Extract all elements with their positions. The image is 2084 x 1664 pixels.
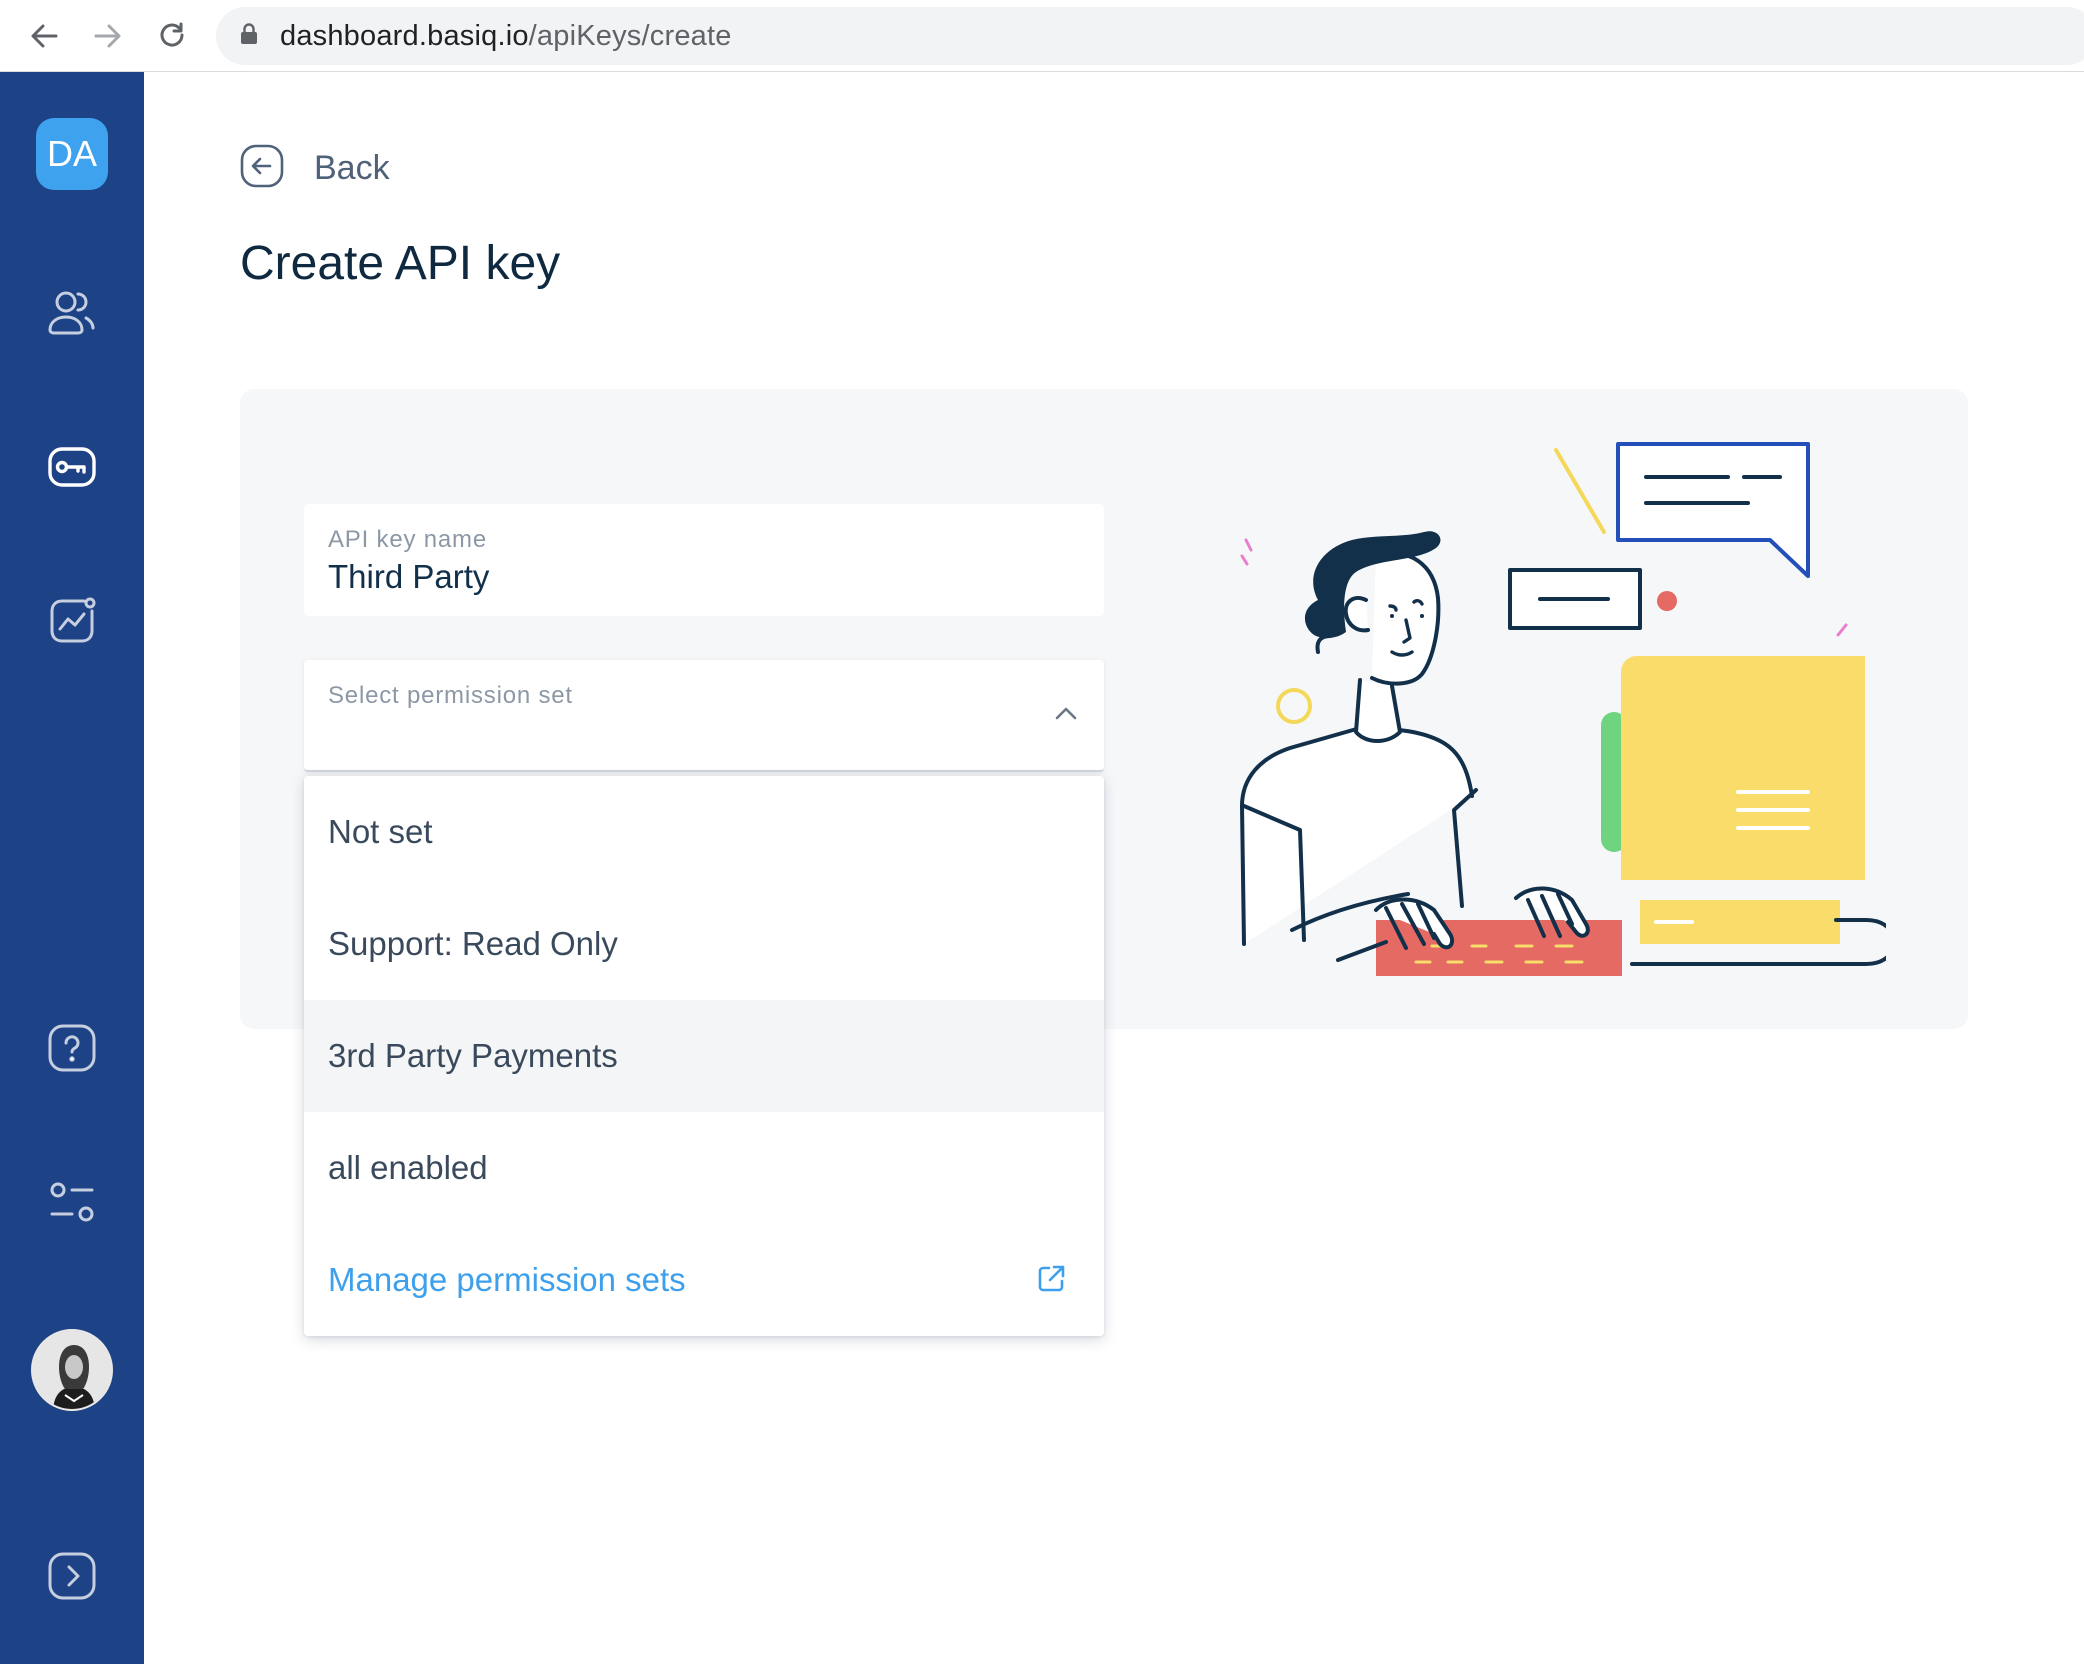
browser-toolbar: dashboard.basiq.io/apiKeys/create [0, 0, 2084, 72]
option-support-read-only[interactable]: Support: Read Only [304, 888, 1104, 1000]
sidebar-item-help[interactable] [36, 1014, 108, 1086]
option-all-enabled[interactable]: all enabled [304, 1112, 1104, 1224]
sidebar-item-settings[interactable] [36, 1168, 108, 1240]
user-avatar[interactable] [31, 1329, 113, 1411]
permission-set-label: Select permission set [328, 682, 573, 709]
url-text: dashboard.basiq.io/apiKeys/create [280, 20, 732, 53]
workspace-badge[interactable]: DA [36, 118, 108, 190]
chevron-up-icon[interactable] [1048, 696, 1084, 732]
sidebar-item-analytics[interactable] [36, 587, 108, 659]
sidebar: DA [0, 72, 144, 1664]
address-bar[interactable]: dashboard.basiq.io/apiKeys/create [216, 7, 2084, 65]
option-not-set[interactable]: Not set [304, 776, 1104, 888]
page-title: Create API key [240, 237, 561, 290]
key-icon [46, 441, 98, 498]
external-link-icon [1034, 1262, 1068, 1296]
api-key-name-field[interactable]: API key name Third Party [304, 504, 1104, 616]
api-key-name-label: API key name [328, 526, 488, 553]
chart-icon [46, 595, 98, 652]
forward-arrow-icon[interactable] [86, 14, 130, 58]
sidebar-item-api-keys[interactable] [36, 433, 108, 505]
reload-icon[interactable] [150, 14, 194, 58]
back-arrow-icon[interactable] [22, 14, 66, 58]
url-path: /apiKeys/create [528, 19, 732, 52]
manage-permission-sets-link[interactable]: Manage permission sets [304, 1224, 1104, 1336]
sliders-icon [46, 1176, 98, 1233]
option-3rd-party-payments[interactable]: 3rd Party Payments [304, 1000, 1104, 1112]
permission-set-dropdown: Not set Support: Read Only 3rd Party Pay… [304, 776, 1104, 1336]
manage-permission-sets-label: Manage permission sets [328, 1261, 686, 1298]
permission-set-select[interactable]: Select permission set [304, 660, 1104, 772]
person-at-computer-illustration [1226, 430, 1896, 990]
back-button[interactable]: Back [240, 144, 390, 193]
users-icon [46, 286, 98, 343]
url-host: dashboard.basiq.io [280, 19, 529, 52]
help-icon [46, 1022, 98, 1079]
chevron-right-icon [46, 1550, 98, 1607]
sidebar-item-users[interactable] [36, 278, 108, 350]
back-label: Back [314, 149, 390, 187]
sidebar-item-expand[interactable] [36, 1542, 108, 1614]
api-key-name-value[interactable]: Third Party [328, 558, 489, 596]
lock-icon [240, 22, 258, 50]
back-circle-icon [240, 144, 284, 193]
